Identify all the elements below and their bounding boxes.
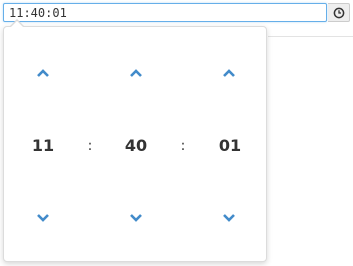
dropdown-caret-inner [11, 21, 23, 27]
chevron-up-icon [130, 69, 142, 77]
chevron-up-icon [223, 69, 235, 77]
hour-value[interactable]: 11 [18, 134, 68, 158]
time-separator: : [180, 138, 186, 154]
clock-icon [333, 7, 345, 19]
minute-value[interactable]: 40 [111, 134, 161, 158]
increment-minutes-button[interactable] [118, 59, 154, 87]
second-value[interactable]: 01 [205, 134, 255, 158]
chevron-down-icon [223, 214, 235, 222]
chevron-up-icon [37, 69, 49, 77]
increment-hours-button[interactable] [25, 59, 61, 87]
decrement-hours-button[interactable] [25, 204, 61, 232]
decrement-seconds-button[interactable] [211, 204, 247, 232]
chevron-down-icon [37, 214, 49, 222]
time-input[interactable] [3, 3, 327, 22]
time-picker-dropdown: 11 : 40 : 01 [3, 19, 267, 262]
input-group-divider [268, 36, 353, 37]
clock-button[interactable] [328, 3, 350, 22]
time-separator: : [87, 138, 93, 154]
increment-seconds-button[interactable] [211, 59, 247, 87]
chevron-down-icon [130, 214, 142, 222]
decrement-minutes-button[interactable] [118, 204, 154, 232]
